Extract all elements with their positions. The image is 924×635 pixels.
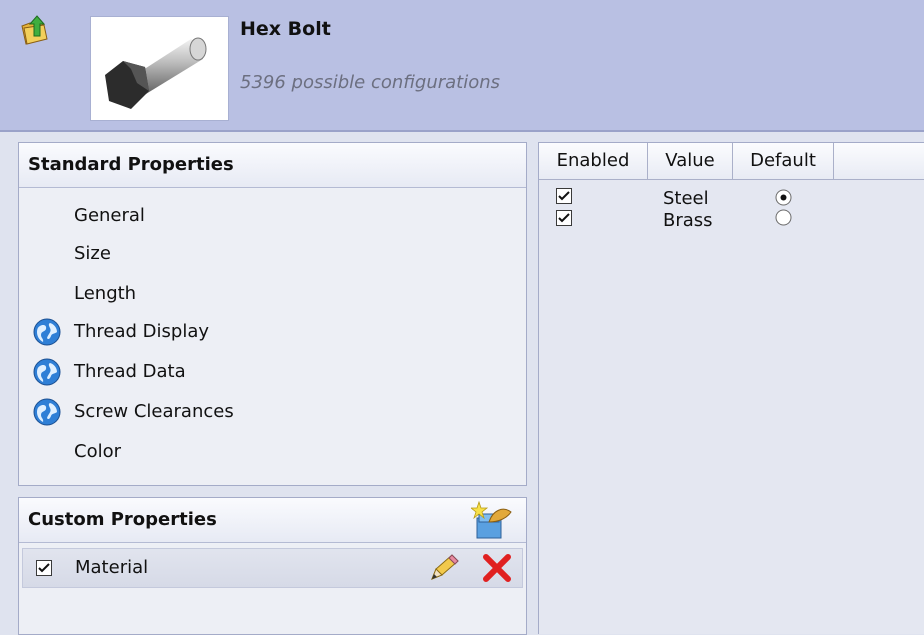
- value-cell: Steel: [663, 188, 709, 209]
- enabled-checkbox[interactable]: [556, 188, 572, 204]
- property-item-length[interactable]: Length: [19, 275, 526, 309]
- default-radio[interactable]: [775, 189, 792, 206]
- standard-properties-list: General Size Length Thread Display Threa…: [19, 189, 526, 485]
- column-header-enabled[interactable]: Enabled: [539, 143, 648, 180]
- custom-properties-list: Material: [19, 544, 526, 634]
- value-cell: Brass: [663, 210, 713, 231]
- table-row: Steel: [539, 186, 924, 209]
- column-header-label: Enabled: [556, 150, 630, 171]
- property-label: Thread Display: [74, 321, 210, 342]
- column-header-label: Default: [750, 150, 816, 171]
- default-radio[interactable]: [775, 209, 792, 226]
- new-property-icon[interactable]: [469, 500, 515, 540]
- globe-icon: [33, 398, 61, 426]
- enabled-checkbox[interactable]: [556, 210, 572, 226]
- property-label: Screw Clearances: [74, 401, 234, 422]
- property-label: Length: [74, 283, 137, 304]
- custom-property-label: Material: [75, 557, 149, 578]
- property-label: General: [74, 205, 145, 226]
- folder-up-arrow-icon[interactable]: [20, 14, 50, 46]
- part-header: Hex Bolt 5396 possible configurations: [0, 0, 924, 132]
- table-row: Brass: [539, 209, 924, 234]
- part-thumbnail: [90, 16, 229, 121]
- column-header-empty: [834, 143, 924, 180]
- property-label: Size: [74, 243, 111, 264]
- custom-properties-panel: Custom Properties Material: [18, 497, 527, 635]
- custom-properties-header: Custom Properties: [19, 498, 526, 543]
- part-title: Hex Bolt: [240, 18, 331, 40]
- configurations-count: 5396 possible configurations: [240, 72, 501, 93]
- property-item-color[interactable]: Color: [19, 433, 526, 467]
- column-header-default[interactable]: Default: [733, 143, 834, 180]
- column-header-value[interactable]: Value: [648, 143, 733, 180]
- custom-properties-title: Custom Properties: [28, 509, 217, 530]
- column-header-label: Value: [665, 150, 715, 171]
- property-item-size[interactable]: Size: [19, 235, 526, 269]
- globe-icon: [33, 358, 61, 386]
- property-item-thread-display[interactable]: Thread Display: [19, 313, 526, 347]
- property-item-thread-data[interactable]: Thread Data: [19, 353, 526, 387]
- delete-icon[interactable]: [481, 553, 513, 583]
- property-label: Thread Data: [74, 361, 186, 382]
- pencil-icon[interactable]: [428, 553, 460, 583]
- property-values-table: Enabled Value Default Steel Brass: [538, 142, 924, 634]
- custom-property-item-material[interactable]: Material: [22, 548, 523, 588]
- property-item-general[interactable]: General: [19, 197, 526, 231]
- standard-properties-panel: Standard Properties General Size Length …: [18, 142, 527, 486]
- standard-properties-header: Standard Properties: [19, 143, 526, 188]
- globe-icon: [33, 318, 61, 346]
- material-checkbox[interactable]: [36, 560, 52, 576]
- property-label: Color: [74, 441, 121, 462]
- property-item-screw-clearances[interactable]: Screw Clearances: [19, 393, 526, 427]
- standard-properties-title: Standard Properties: [28, 154, 234, 175]
